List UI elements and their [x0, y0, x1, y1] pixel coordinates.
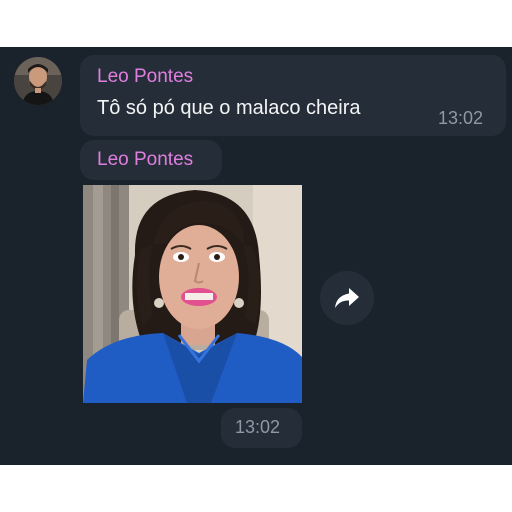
chat-view: Leo Pontes Tô só pó que o malaco cheira … [0, 47, 512, 465]
sender-name-bubble[interactable]: Leo Pontes [80, 140, 222, 180]
media-timestamp-bubble: 13:02 [221, 408, 302, 448]
gif-image [83, 185, 302, 403]
gif-media[interactable] [83, 185, 302, 403]
forward-button[interactable] [320, 271, 374, 325]
message-bubble[interactable]: Leo Pontes Tô só pó que o malaco cheira … [80, 55, 506, 136]
message-text: Tô só pó que o malaco cheira [97, 97, 361, 119]
sender-name[interactable]: Leo Pontes [97, 66, 193, 88]
avatar[interactable] [14, 57, 62, 105]
avatar-image [14, 57, 62, 105]
forward-arrow-icon [335, 288, 359, 308]
sender-name[interactable]: Leo Pontes [97, 149, 193, 171]
message-timestamp: 13:02 [235, 417, 281, 437]
message-timestamp: 13:02 [438, 108, 484, 128]
